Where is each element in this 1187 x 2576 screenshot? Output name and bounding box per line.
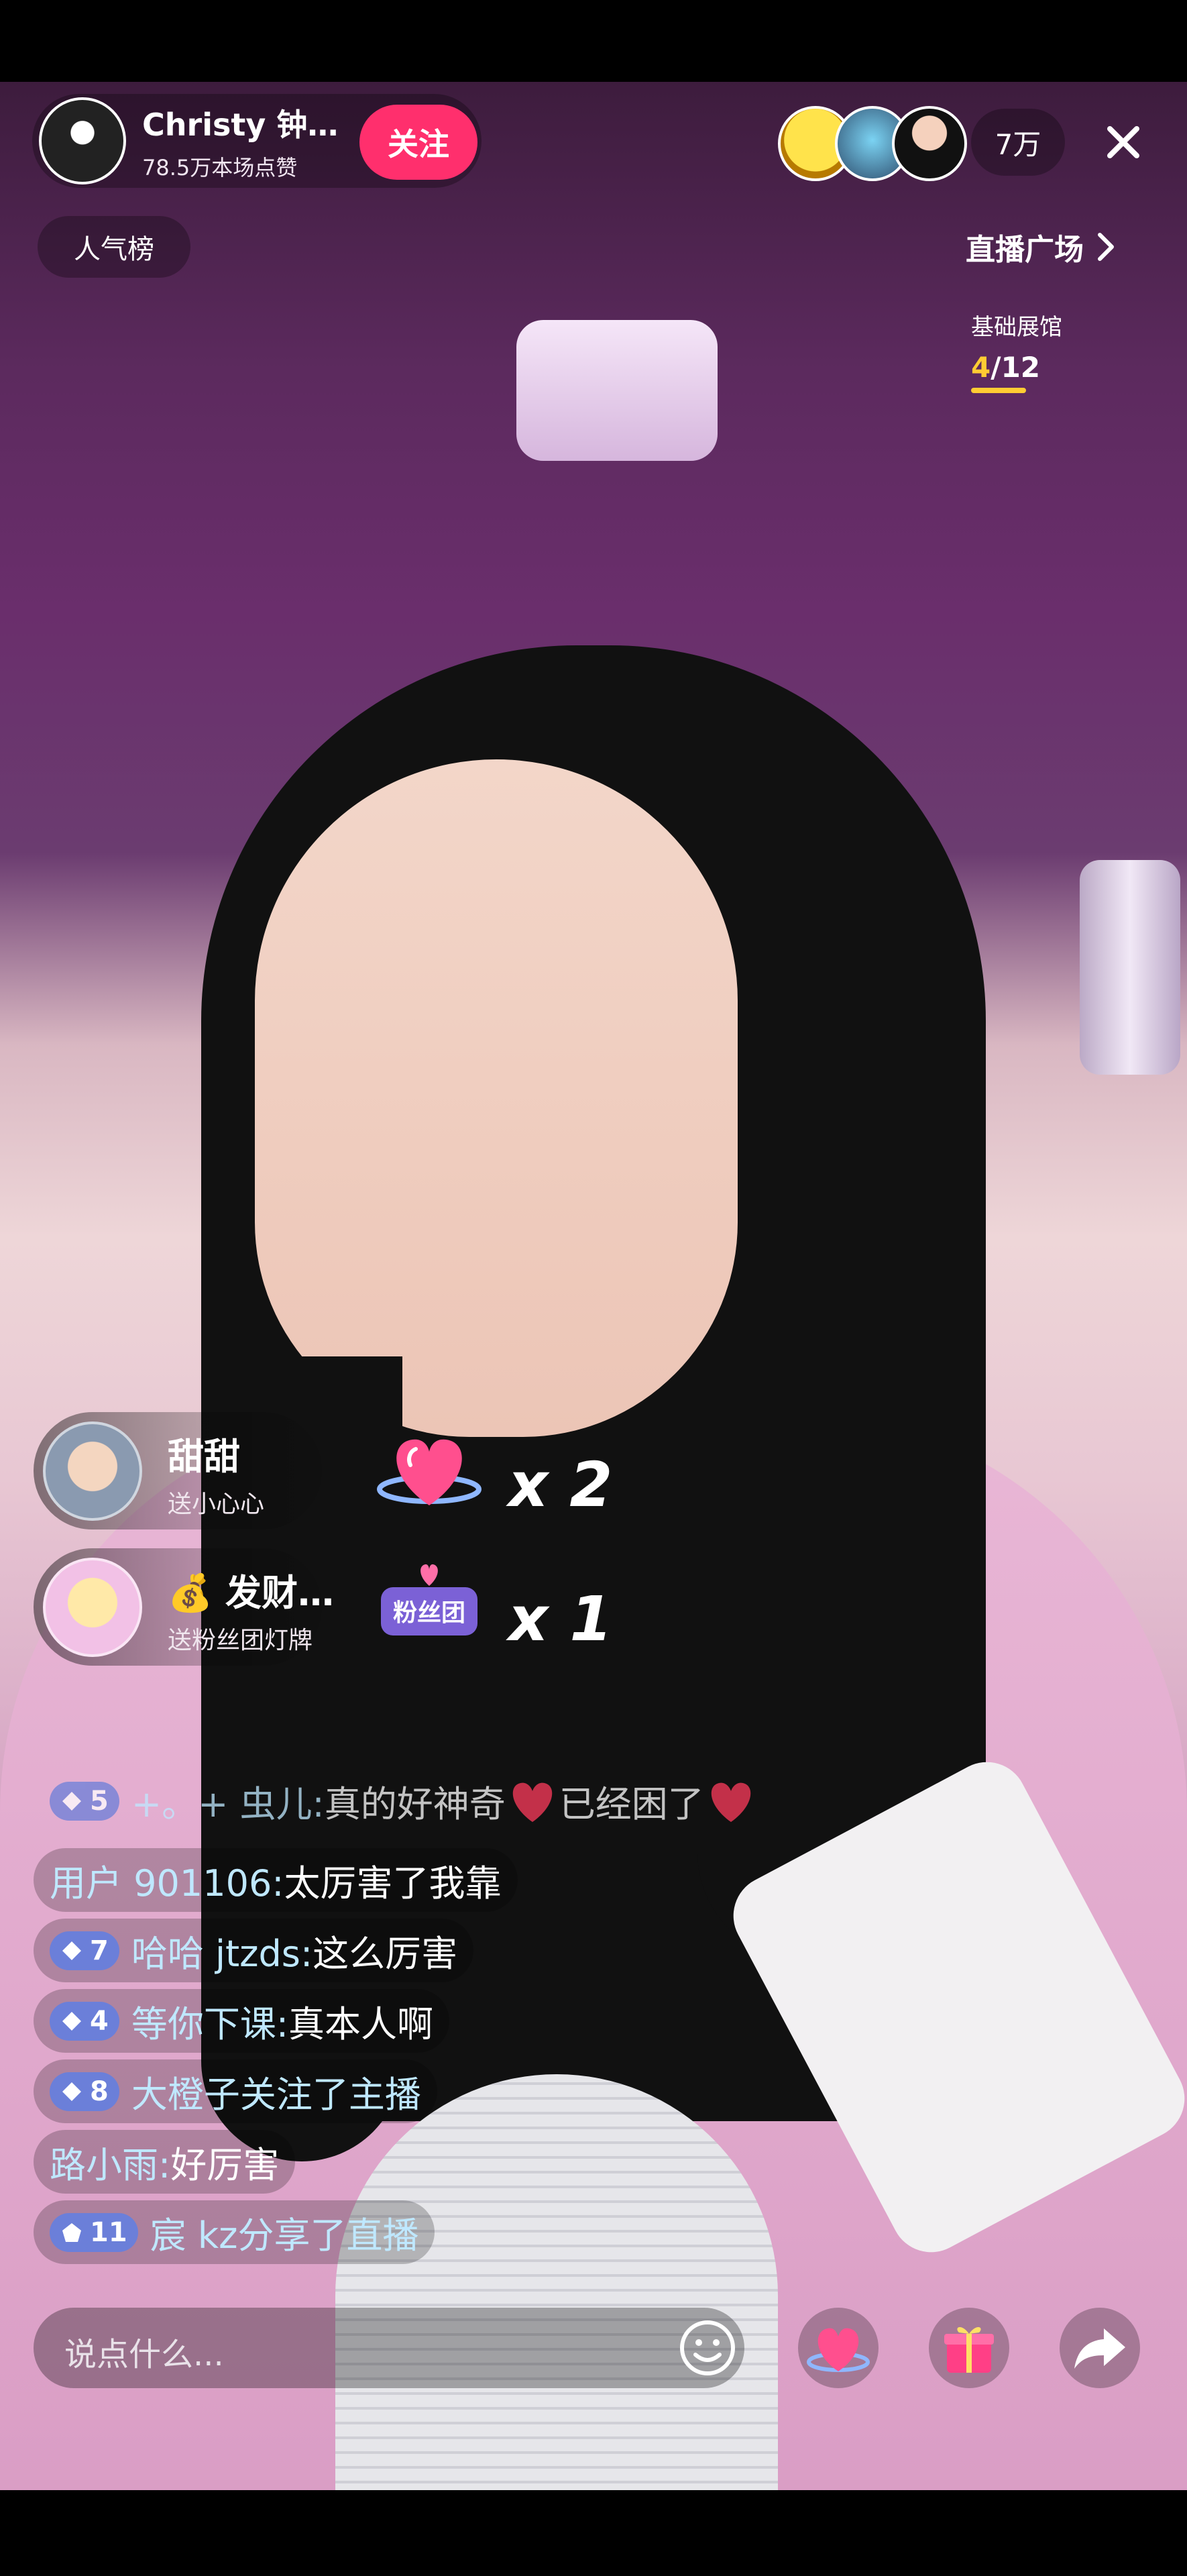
chat-username[interactable]: 路小雨: <box>50 2135 170 2188</box>
follow-button[interactable]: 关注 <box>359 105 477 180</box>
live-stream-screen: Christy 钟… 78.5万本场点赞 关注 7万 人气榜 直播广场 基础展馆… <box>0 0 1187 2576</box>
host-likes: 78.5万本场点赞 <box>142 155 298 180</box>
pentagon-icon <box>62 2222 81 2242</box>
user-level-badge: 7 <box>50 1931 119 1970</box>
chat-message[interactable]: 4 等你下课: 真本人啊 <box>34 1989 450 2053</box>
heart-icon <box>807 2328 870 2372</box>
chat-message[interactable]: 7 哈哈 jtzds: 这么厉害 <box>34 1919 474 1982</box>
diamond-icon <box>62 1941 81 1960</box>
chat-username[interactable]: 哈哈 jtzds: <box>131 1924 313 1977</box>
exhibit-widget[interactable]: 基础展馆 4/12 <box>971 309 1119 393</box>
chat-message[interactable]: 8 大橙子 关注了主播 <box>34 2059 437 2123</box>
chat-text: 太厉害了我靠 <box>284 1862 502 1904</box>
share-button[interactable] <box>1060 2308 1140 2388</box>
chat-message[interactable]: 用户 901106: 太厉害了我靠 <box>34 1848 518 1912</box>
gift-notification: 甜甜 送小心心 <box>34 1412 322 1529</box>
close-icon <box>1107 126 1139 158</box>
user-level-badge: 8 <box>50 2072 119 2111</box>
chat-username[interactable]: 大橙子 <box>131 2065 240 2118</box>
exhibit-title: 基础展馆 <box>971 314 1062 341</box>
gift-user-name: 💰 发财… <box>168 1572 335 1614</box>
popularity-rank-button[interactable]: 人气榜 <box>38 216 190 278</box>
user-level: 5 <box>90 1785 109 1817</box>
host-avatar[interactable] <box>39 97 126 184</box>
user-level-badge: 5 <box>50 1781 119 1821</box>
exhibit-progress: 4/12 <box>971 351 1119 384</box>
projector-image <box>516 320 718 461</box>
emoji-button[interactable] <box>671 2311 744 2385</box>
user-level: 11 <box>90 2216 127 2248</box>
chat-text: 分享了直播 <box>237 2214 419 2257</box>
gift-count: x 2 <box>508 1449 613 1521</box>
chat-username[interactable]: 等你下课: <box>131 1994 288 2047</box>
chat-text: 真本人啊 <box>288 2003 434 2045</box>
chat-text: 真的好神奇 <box>324 1783 506 1825</box>
fan-club-badge-icon: 粉丝团 <box>376 1556 483 1650</box>
gift-user-avatar[interactable] <box>43 1421 142 1521</box>
diamond-icon <box>62 1791 81 1811</box>
user-level: 8 <box>90 2076 109 2107</box>
user-level: 7 <box>90 1935 109 1966</box>
heart-emoji-icon <box>512 1782 552 1822</box>
gift-count: x 1 <box>508 1583 613 1655</box>
host-name[interactable]: Christy 钟… <box>142 101 338 145</box>
gift-description: 送小心心 <box>168 1491 265 1518</box>
chat-message[interactable]: 路小雨: 好厉害 <box>34 2130 296 2194</box>
chat-text: 好厉害 <box>170 2144 280 2186</box>
chat-username[interactable]: 用户 901106: <box>50 1854 284 1907</box>
comment-input-placeholder[interactable]: 说点什么... <box>64 2328 224 2375</box>
gift-user-name: 甜甜 <box>168 1436 240 1478</box>
fan-club-badge-text: 粉丝团 <box>393 1599 465 1627</box>
chat-username[interactable]: 宸 kz <box>150 2206 238 2259</box>
close-button[interactable] <box>1086 109 1160 176</box>
user-level-badge: 11 <box>50 2212 138 2252</box>
viewer-count[interactable]: 7万 <box>971 109 1065 176</box>
chat-message[interactable]: 5 +。+ 虫儿: 真的好神奇 已经困了 <box>34 1769 774 1833</box>
live-video[interactable] <box>0 82 1187 2490</box>
diamond-icon <box>62 2082 81 2101</box>
gift-description: 送粉丝团灯牌 <box>168 1627 313 1654</box>
chat-text: 关注了主播 <box>239 2074 421 2116</box>
chat-username[interactable]: +。+ 虫儿: <box>131 1774 325 1827</box>
exhibit-current: 4 <box>971 351 991 384</box>
chevron-right-icon <box>1098 233 1114 261</box>
gift-box-icon <box>944 2326 994 2373</box>
exhibit-total: /12 <box>991 351 1041 384</box>
gift-user-avatar[interactable] <box>43 1558 142 1657</box>
user-level-badge: 4 <box>50 2001 119 2041</box>
live-plaza-button[interactable]: 直播广场 <box>966 216 1167 278</box>
share-arrow-icon <box>1074 2328 1125 2369</box>
live-plaza-label: 直播广场 <box>966 233 1084 267</box>
like-button[interactable] <box>798 2308 879 2388</box>
heart-gift-icon <box>376 1422 483 1516</box>
gift-notification: 💰 发财… 送粉丝团灯牌 <box>34 1548 334 1666</box>
heart-emoji-icon <box>711 1782 750 1822</box>
chat-text: 这么厉害 <box>313 1933 458 1975</box>
viewer-avatar[interactable] <box>892 106 967 181</box>
emoji-icon <box>680 2320 735 2375</box>
chat-text: 已经困了 <box>559 1783 704 1825</box>
face-image <box>255 759 738 1437</box>
diamond-icon <box>62 2011 81 2031</box>
gift-button[interactable] <box>929 2308 1009 2388</box>
exhibit-progress-bar <box>971 388 1026 393</box>
chat-message[interactable]: 11 宸 kz 分享了直播 <box>34 2200 435 2264</box>
vase-image <box>1080 860 1180 1075</box>
user-level: 4 <box>90 2005 109 2037</box>
